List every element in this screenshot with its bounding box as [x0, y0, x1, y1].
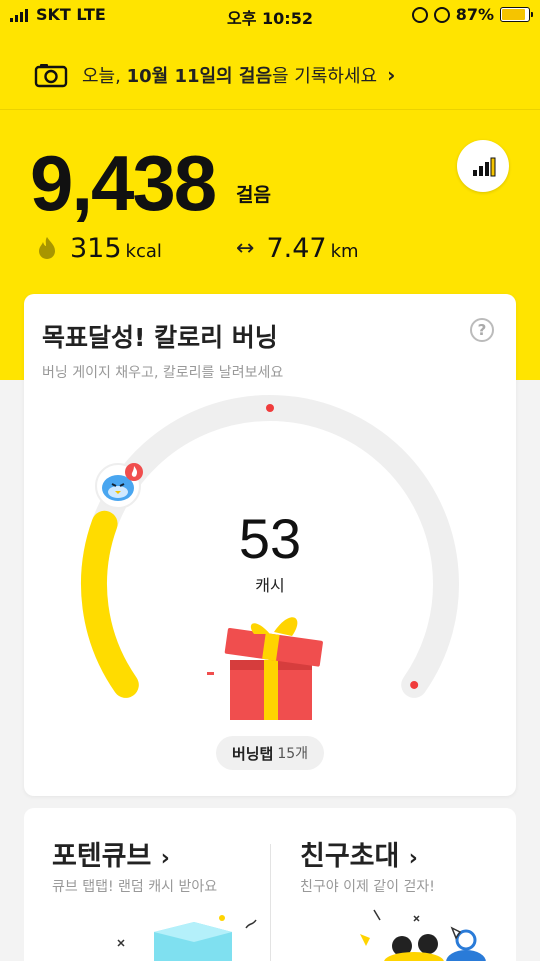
- calories-stat: 315 kcal: [36, 228, 162, 268]
- penguin-avatar: [95, 463, 143, 509]
- distance-stat: ↔ 7.47 km: [236, 228, 359, 268]
- poten-cube-subtitle: 큐브 탭탭! 랜덤 캐시 받아요: [52, 879, 218, 895]
- calories-unit: kcal: [125, 240, 162, 262]
- alarm-icon: [411, 6, 428, 23]
- invite-friends-title: 친구초대 ›: [300, 841, 418, 872]
- cube-illustration: [117, 915, 257, 961]
- orientation-lock-icon: [433, 6, 450, 23]
- calorie-burning-card: 목표달성! 칼로리 버닝 ? 버닝 게이지 채우고, 칼로리를 날려보세요 53…: [24, 294, 516, 796]
- distance-value: 7.47: [266, 232, 327, 264]
- chevron-right-icon: ›: [387, 62, 396, 87]
- calories-value: 315: [70, 232, 122, 264]
- chevron-right-icon: ›: [408, 846, 418, 871]
- distance-unit: km: [330, 240, 359, 262]
- burning-tap-counter[interactable]: 버닝탭 15개: [216, 736, 324, 770]
- battery-icon: [500, 7, 533, 22]
- invite-friends-subtitle: 친구야 이제 같이 걷자!: [300, 879, 435, 895]
- chevron-right-icon: ›: [160, 846, 170, 871]
- cash-value: 53: [238, 507, 302, 570]
- bar-chart-icon: [473, 157, 496, 177]
- step-unit: 걸음: [236, 184, 271, 206]
- friends-illustration: [360, 909, 486, 961]
- bottom-feature-card: 포텐큐브 › 큐브 탭탭! 랜덤 캐시 받아요 친구초대 › 친구야 이제 같이…: [24, 808, 516, 961]
- statistics-button[interactable]: [457, 140, 509, 192]
- gift-box-icon: [207, 617, 323, 720]
- poten-cube-title: 포텐큐브 ›: [52, 841, 170, 872]
- gauge-marker-top: [266, 404, 274, 412]
- cash-unit: 캐시: [255, 576, 285, 595]
- step-count: 9,438: [30, 139, 217, 227]
- camera-icon: [34, 63, 68, 87]
- status-bar: SKT LTE 오후 10:52 87%: [0, 0, 540, 30]
- gauge-marker-end: [410, 680, 419, 689]
- record-steps-banner[interactable]: 오늘, 10월 11일의 걸음을 기록하세요 ›: [0, 40, 540, 110]
- battery-percent: 87%: [455, 5, 494, 24]
- flame-icon: [39, 237, 55, 259]
- divider: [270, 844, 271, 961]
- distance-arrow-icon: ↔: [236, 235, 255, 261]
- record-banner-text: 오늘, 10월 11일의 걸음을 기록하세요: [82, 65, 378, 87]
